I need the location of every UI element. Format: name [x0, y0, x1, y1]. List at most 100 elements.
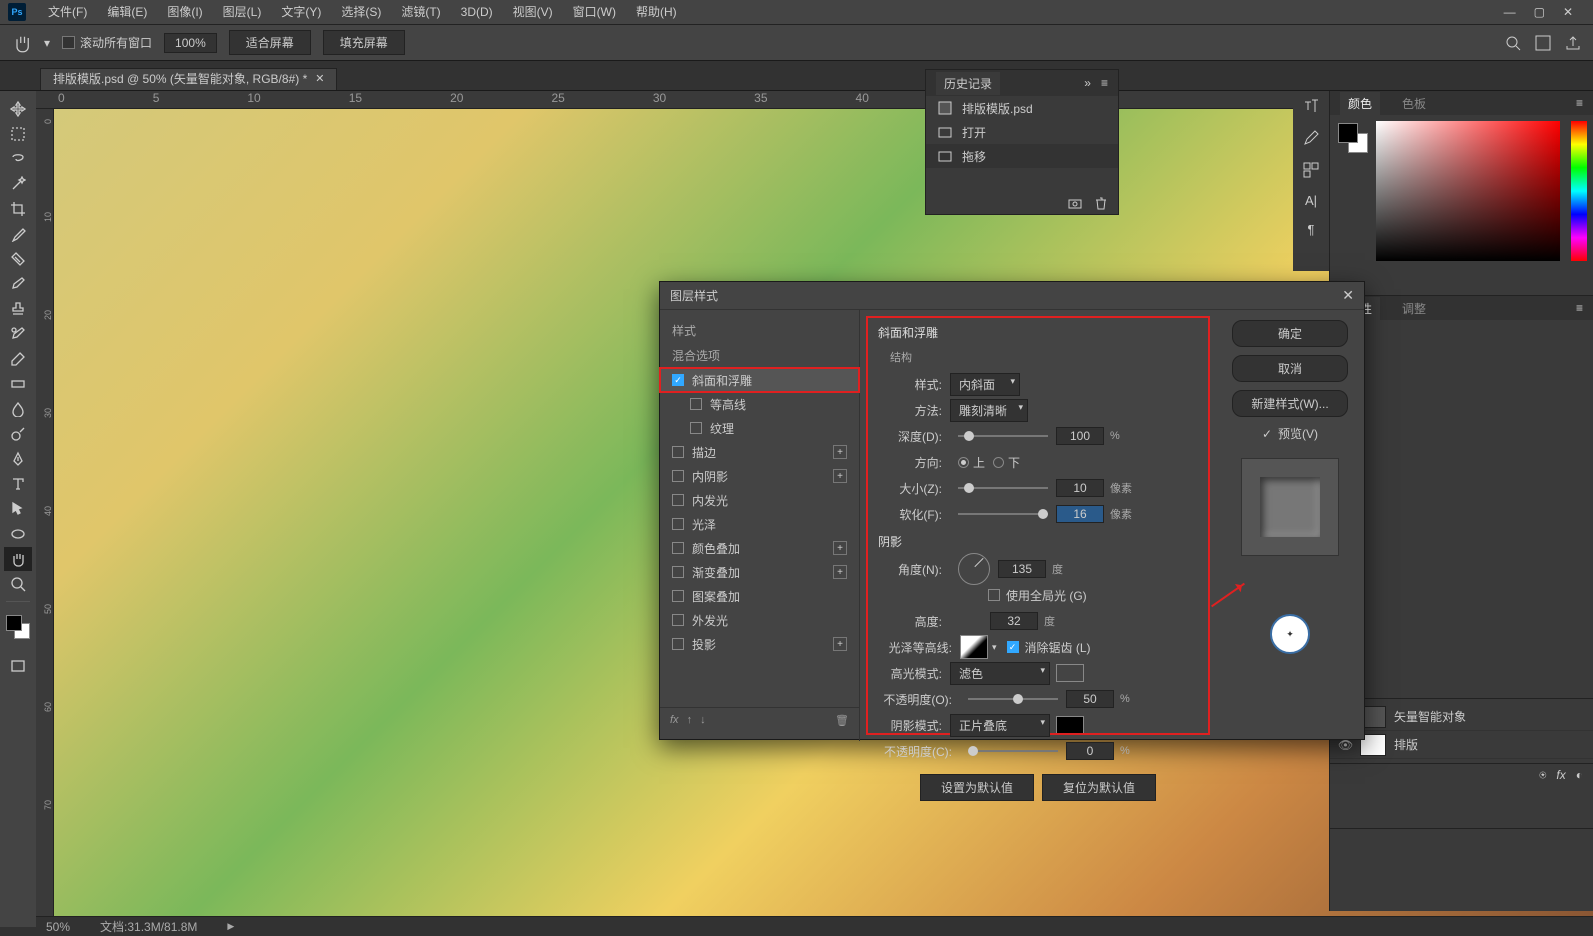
new-style-button[interactable]: 新建样式(W)... — [1232, 390, 1348, 417]
method-select[interactable]: 雕刻清晰 — [950, 399, 1028, 422]
type-tool[interactable] — [4, 472, 32, 496]
antialias-checkbox[interactable]: ✓ — [1007, 641, 1019, 653]
style-pattern-overlay[interactable]: 图案叠加 — [660, 584, 859, 608]
highlight-opacity-input[interactable]: 50 — [1066, 690, 1114, 708]
wand-tool[interactable] — [4, 172, 32, 196]
history-item-open[interactable]: 打开 — [926, 120, 1118, 144]
style-stroke[interactable]: 描边+ — [660, 440, 859, 464]
document-tab[interactable]: 排版模版.psd @ 50% (矢量智能对象, RGB/8#) * ✕ — [40, 68, 337, 90]
hand-tool[interactable] — [4, 547, 32, 571]
menu-filter[interactable]: 滤镜(T) — [391, 0, 450, 25]
style-contour[interactable]: 等高线 — [660, 392, 859, 416]
angle-dial[interactable] — [958, 553, 990, 585]
add-color-overlay-icon[interactable]: + — [833, 541, 847, 555]
style-color-overlay[interactable]: 颜色叠加+ — [660, 536, 859, 560]
angle-input[interactable]: 135 — [998, 560, 1046, 578]
grid-icon[interactable] — [1535, 35, 1551, 51]
character-panel-icon[interactable]: A| — [1305, 193, 1317, 208]
set-default-button[interactable]: 设置为默认值 — [920, 774, 1034, 801]
history-panel-tab[interactable]: 历史记录 — [936, 72, 1000, 95]
contour-picker[interactable] — [960, 635, 988, 659]
fill-screen-button[interactable]: 填充屏幕 — [323, 30, 405, 55]
add-drop-shadow-icon[interactable]: + — [833, 637, 847, 651]
tab-close-icon[interactable]: ✕ — [315, 68, 324, 90]
layer-row[interactable]: 👁 矢量智能对象 — [1330, 703, 1593, 731]
global-light-checkbox[interactable] — [988, 589, 1000, 601]
fit-screen-button[interactable]: 适合屏幕 — [229, 30, 311, 55]
menu-select[interactable]: 选择(S) — [331, 0, 391, 25]
shadow-mode-select[interactable]: 正片叠底 — [950, 714, 1050, 737]
fx-label[interactable]: fx — [670, 714, 679, 727]
eyedropper-tool[interactable] — [4, 222, 32, 246]
move-tool[interactable] — [4, 97, 32, 121]
soften-input[interactable]: 16 — [1056, 505, 1104, 523]
brush-tool[interactable] — [4, 272, 32, 296]
menu-help[interactable]: 帮助(H) — [626, 0, 687, 25]
camera-icon[interactable] — [1068, 196, 1082, 210]
style-texture[interactable]: 纹理 — [660, 416, 859, 440]
history-chevron-icon[interactable]: » — [1084, 76, 1091, 90]
menu-edit[interactable]: 编辑(E) — [97, 0, 157, 25]
panel-menu-icon[interactable]: ≡ — [1576, 301, 1583, 315]
gradient-tool[interactable] — [4, 372, 32, 396]
stamp-tool[interactable] — [4, 297, 32, 321]
status-zoom[interactable]: 50% — [46, 920, 70, 934]
menu-window[interactable]: 窗口(W) — [563, 0, 626, 25]
highlight-mode-select[interactable]: 滤色 — [950, 662, 1050, 685]
add-inner-shadow-icon[interactable]: + — [833, 469, 847, 483]
path-select-tool[interactable] — [4, 497, 32, 521]
shadow-opacity-input[interactable]: 0 — [1066, 742, 1114, 760]
brush-panel-icon[interactable] — [1302, 129, 1320, 147]
altitude-input[interactable]: 32 — [990, 612, 1038, 630]
eraser-tool[interactable] — [4, 347, 32, 371]
menu-layer[interactable]: 图层(L) — [213, 0, 272, 25]
layer-row[interactable]: 👁 排版 — [1330, 731, 1593, 759]
depth-slider[interactable] — [958, 435, 1048, 437]
zoom-value[interactable]: 100% — [164, 33, 217, 53]
hue-slider[interactable] — [1571, 121, 1587, 261]
adjustments-tab[interactable]: 调整 — [1394, 297, 1434, 320]
swatch-panel-icon[interactable] — [1302, 161, 1320, 179]
blur-tool[interactable] — [4, 397, 32, 421]
mask-icon[interactable]: ◐ — [1576, 768, 1583, 783]
window-minimize[interactable]: — — [1504, 5, 1516, 19]
blend-options-heading[interactable]: 混合选项 — [660, 343, 859, 368]
type-panel-icon[interactable] — [1302, 97, 1320, 115]
reset-default-button[interactable]: 复位为默认值 — [1042, 774, 1156, 801]
marquee-tool[interactable] — [4, 122, 32, 146]
menu-file[interactable]: 文件(F) — [38, 0, 97, 25]
panel-menu-icon[interactable]: ≡ — [1576, 96, 1583, 110]
shape-tool[interactable] — [4, 522, 32, 546]
style-select[interactable]: 内斜面 — [950, 373, 1020, 396]
style-bevel-emboss[interactable]: ✓斜面和浮雕 — [660, 368, 859, 392]
menu-image[interactable]: 图像(I) — [157, 0, 212, 25]
menu-view[interactable]: 视图(V) — [503, 0, 563, 25]
paragraph-panel-icon[interactable]: ¶ — [1308, 222, 1315, 237]
add-stroke-icon[interactable]: + — [833, 445, 847, 459]
menu-3d[interactable]: 3D(D) — [451, 0, 503, 25]
direction-up-radio[interactable] — [958, 457, 969, 468]
saturation-value-field[interactable] — [1376, 121, 1560, 261]
swatches-tab[interactable]: 色板 — [1394, 92, 1434, 115]
foreground-background-swatch[interactable] — [6, 615, 30, 639]
preview-checkbox[interactable]: ✓ — [1262, 427, 1272, 441]
direction-down-radio[interactable] — [993, 457, 1004, 468]
dodge-tool[interactable] — [4, 422, 32, 446]
size-slider[interactable] — [958, 487, 1048, 489]
status-docinfo[interactable]: 文档:31.3M/81.8M — [100, 918, 197, 935]
search-icon[interactable] — [1505, 35, 1521, 51]
history-menu-icon[interactable]: ≡ — [1101, 76, 1108, 90]
trash-icon[interactable]: 🗑 — [835, 714, 849, 727]
link-icon[interactable]: ⍟ — [1539, 768, 1546, 783]
zoom-tool[interactable] — [4, 572, 32, 596]
highlight-color[interactable] — [1056, 664, 1084, 682]
pen-tool[interactable] — [4, 447, 32, 471]
menu-text[interactable]: 文字(Y) — [271, 0, 331, 25]
crop-tool[interactable] — [4, 197, 32, 221]
style-drop-shadow[interactable]: 投影+ — [660, 632, 859, 656]
cancel-button[interactable]: 取消 — [1232, 355, 1348, 382]
color-tab[interactable]: 颜色 — [1340, 92, 1380, 115]
history-item-drag[interactable]: 拖移 — [926, 144, 1118, 168]
ok-button[interactable]: 确定 — [1232, 320, 1348, 347]
share-icon[interactable] — [1565, 35, 1581, 51]
